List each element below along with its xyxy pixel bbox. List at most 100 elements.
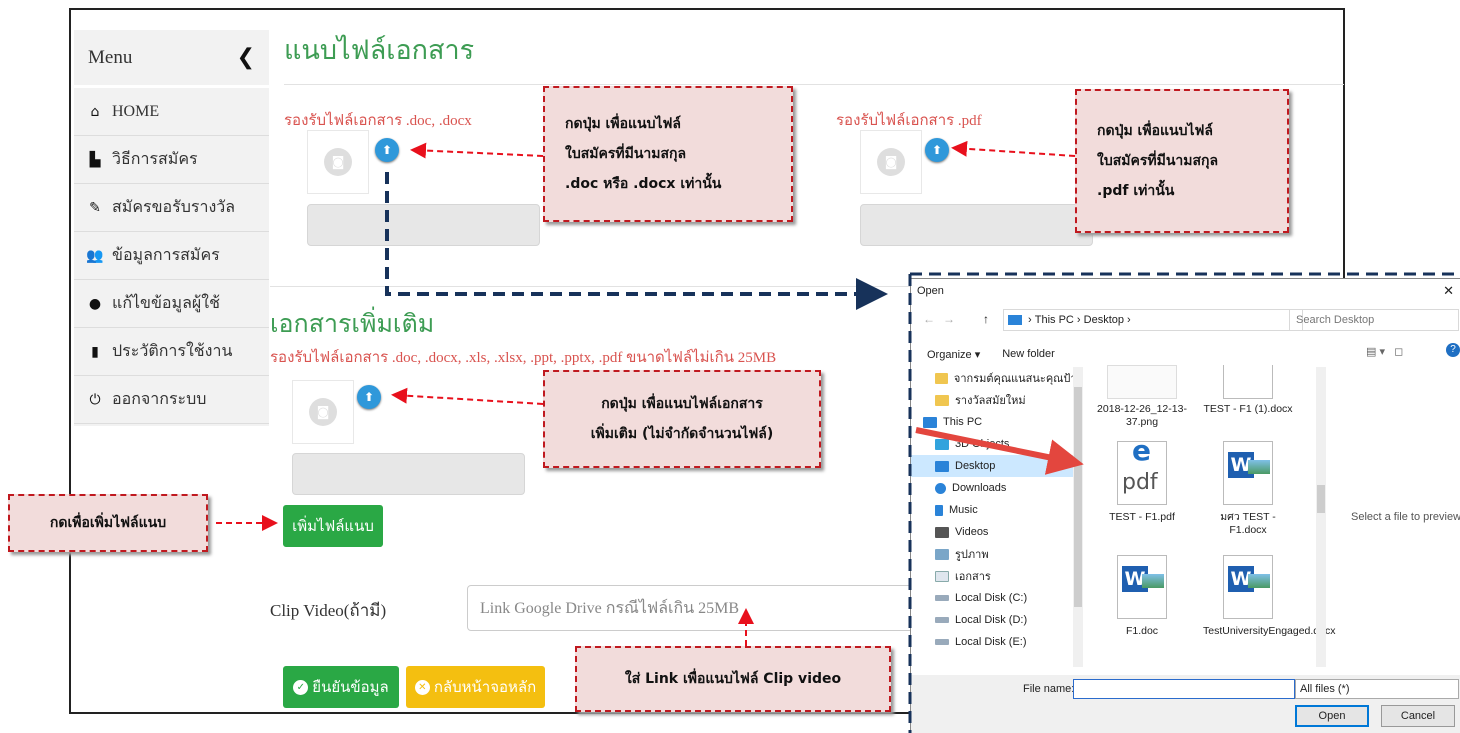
nav-item-label: Music	[949, 504, 978, 516]
file-name: TestUniversityEngaged.docx	[1203, 625, 1336, 637]
clip-video-link-input[interactable]: Link Google Drive กรณีไฟล์เกิน 25MB	[467, 585, 917, 631]
nav-item[interactable]: Local Disk (D:)	[911, 609, 1083, 631]
nav-item-label: รางวัลสมัยใหม่	[955, 395, 1026, 407]
sidebar-item-label: ข้อมูลการสมัคร	[112, 247, 220, 264]
file-type-select[interactable]: All files (*)	[1295, 679, 1459, 699]
file-name-label: File name:	[1023, 683, 1075, 695]
breadcrumb-sep: ›	[1124, 314, 1131, 326]
file-tile[interactable]: W TestUniversityEngaged.docx	[1203, 555, 1336, 638]
organize-menu[interactable]: Organize ▾	[927, 348, 980, 361]
close-icon[interactable]: ✕	[1443, 283, 1458, 299]
nav-item[interactable]: รูปภาพ	[911, 543, 1083, 565]
collapse-chevron-icon[interactable]: ❮	[237, 45, 255, 70]
file-tile[interactable]: W มศว TEST - F1.docx	[1203, 441, 1293, 537]
confirm-button[interactable]: ✓ ยืนยันข้อมูล	[283, 666, 399, 708]
nav-item[interactable]: Music	[911, 499, 1083, 521]
sidebar-item-history[interactable]: ▮ ประวัติการใช้งาน	[74, 328, 269, 376]
desktop-icon	[935, 460, 949, 472]
open-file-dialog: Open ✕ ←→ ↑ › This PC › Desktop › Search…	[910, 278, 1460, 733]
scroll-thumb[interactable]	[1317, 485, 1325, 513]
doc-upload-button[interactable]: ⬆	[375, 138, 399, 162]
help-icon[interactable]: ?	[1446, 343, 1460, 357]
pdf-thumbnail: ◙	[860, 130, 922, 194]
clip-video-label: Clip Video(ถ้ามี)	[270, 601, 387, 620]
dialog-bottom-bar: File name: All files (*) Open Cancel	[911, 675, 1460, 733]
file-name: มศว TEST - F1.docx	[1220, 511, 1276, 536]
sidebar-item-apply-award[interactable]: ✎ สมัครขอรับรางวัล	[74, 184, 269, 232]
sidebar-header: Menu ❮	[74, 30, 269, 88]
dialog-title-bar: Open ✕	[911, 279, 1460, 303]
file-name: TEST - F1 (1).docx	[1203, 403, 1293, 415]
nav-item-this-pc[interactable]: This PC	[911, 411, 1083, 433]
upload-arrow-icon: ⬆	[381, 143, 393, 157]
nav-item-label: Desktop	[955, 460, 996, 472]
pdf-upload-button[interactable]: ⬆	[925, 138, 949, 162]
callout-line: กดปุ่ม เพื่อแนบไฟล์	[1097, 123, 1213, 139]
pencil-icon: ✎	[89, 199, 101, 216]
file-name-input[interactable]	[1073, 679, 1295, 699]
back-home-button[interactable]: ✕ กลับหน้าจอหลัก	[406, 666, 545, 708]
nav-item[interactable]: Videos	[911, 521, 1083, 543]
folder-icon	[935, 372, 948, 384]
files-scrollbar[interactable]	[1316, 367, 1326, 667]
callout-line: ใบสมัครที่มีนามสกุล	[1097, 153, 1219, 169]
breadcrumb-desktop[interactable]: Desktop	[1084, 314, 1124, 326]
pdf-icon: e pdf	[1117, 437, 1167, 505]
nav-item[interactable]: Downloads	[911, 477, 1083, 499]
docx-icon	[1223, 365, 1273, 399]
breadcrumb-this-pc[interactable]: This PC	[1035, 314, 1074, 326]
scroll-thumb[interactable]	[1074, 387, 1082, 607]
nav-item[interactable]: 3D Objects	[911, 433, 1083, 455]
extra-upload-button[interactable]: ⬆	[357, 385, 381, 409]
nav-item-label: This PC	[943, 416, 983, 428]
nav-item-desktop[interactable]: Desktop	[911, 455, 1083, 477]
file-name: TEST - F1.pdf	[1109, 511, 1175, 523]
nav-item-label: รูปภาพ	[955, 549, 989, 561]
clip-video-placeholder: Link Google Drive กรณีไฟล์เกิน 25MB	[480, 599, 740, 617]
address-bar[interactable]: › This PC › Desktop ›	[1003, 309, 1303, 331]
page-title: แนบไฟล์เอกสาร	[284, 35, 475, 65]
add-attachment-button[interactable]: เพิ่มไฟล์แนบ	[283, 505, 383, 547]
videos-icon	[935, 526, 949, 538]
open-button[interactable]: Open	[1295, 705, 1369, 727]
sidebar-item-home[interactable]: ⌂ HOME	[74, 88, 269, 136]
new-folder-button[interactable]: New folder	[1002, 348, 1055, 360]
sidebar-item-how-to-apply[interactable]: ▙ วิธีการสมัคร	[74, 136, 269, 184]
nav-item[interactable]: Local Disk (E:)	[911, 631, 1083, 653]
file-name: 2018-12-26_12-13-37.png	[1097, 403, 1187, 428]
nav-item-label: จากรมต์คุณแนสนะคุณป้าย	[953, 373, 1083, 385]
file-tile[interactable]: 2018-12-26_12-13-37.png	[1097, 365, 1187, 429]
sidebar-item-label: วิธีการสมัคร	[112, 151, 198, 168]
search-desktop-input[interactable]: Search Desktop	[1289, 309, 1459, 331]
nav-item[interactable]: รางวัลสมัยใหม่	[911, 389, 1083, 411]
png-thumbnail-icon	[1107, 365, 1177, 399]
camera-icon: ◙	[324, 148, 352, 176]
view-options-icon[interactable]: ▤ ▾ ◻	[1366, 345, 1403, 358]
file-tile[interactable]: e pdf TEST - F1.pdf	[1097, 437, 1187, 524]
disk-icon	[935, 639, 949, 645]
nav-item[interactable]: เอกสาร	[911, 565, 1083, 587]
sidebar-item-label: ประวัติการใช้งาน	[112, 343, 233, 360]
file-tile[interactable]: TEST - F1 (1).docx	[1203, 365, 1293, 416]
nav-scrollbar[interactable]	[1073, 367, 1083, 667]
file-icon: ▙	[89, 151, 101, 168]
nav-item[interactable]: Local Disk (C:)	[911, 587, 1083, 609]
nav-item-label: เอกสาร	[955, 571, 991, 583]
doc-file-name-box	[307, 204, 540, 246]
check-circle-icon: ✓	[293, 679, 309, 695]
up-arrow-icon[interactable]: ↑	[983, 312, 989, 326]
callout-line: ใบสมัครที่มีนามสกุล	[565, 146, 687, 162]
cancel-button[interactable]: Cancel	[1381, 705, 1455, 727]
file-name: F1.doc	[1125, 625, 1159, 637]
sidebar-item-label: สมัครขอรับรางวัล	[112, 199, 236, 216]
sidebar-item-logout[interactable]: ⏻ ออกจากระบบ	[74, 376, 269, 424]
file-type-value: All files (*)	[1300, 683, 1350, 695]
callout-line: กดปุ่ม เพื่อแนบไฟล์เอกสาร	[601, 396, 763, 412]
pdf-file-name-box	[860, 204, 1093, 246]
callout-line: เพิ่มเติม (ไม่จำกัดจำนวนไฟล์)	[590, 426, 774, 442]
nav-arrows[interactable]: ←→	[923, 312, 963, 326]
file-tile[interactable]: W F1.doc	[1097, 555, 1187, 638]
sidebar-item-edit-profile[interactable]: ● แก้ไขข้อมูลผู้ใช้	[74, 280, 269, 328]
nav-item[interactable]: จากรมต์คุณแนสนะคุณป้าย	[911, 367, 1083, 389]
sidebar-item-application-info[interactable]: 👥 ข้อมูลการสมัคร	[74, 232, 269, 280]
